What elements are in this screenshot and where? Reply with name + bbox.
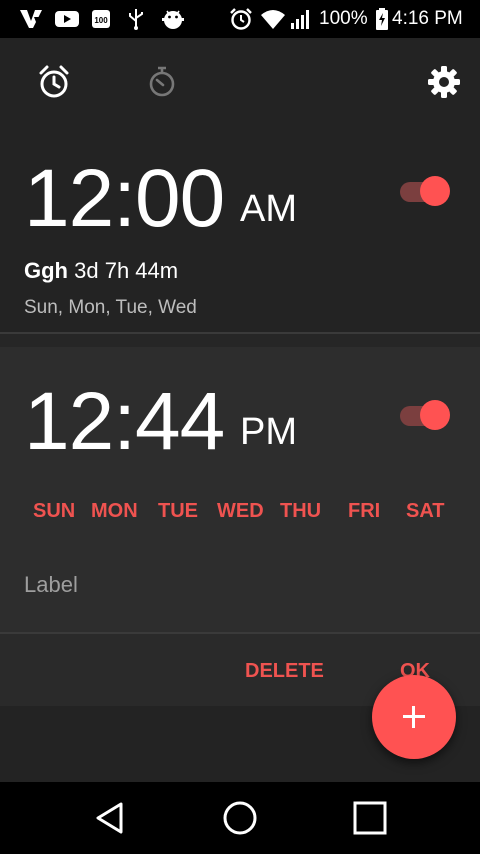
timer-tab-icon[interactable] bbox=[142, 62, 182, 102]
day-tue-button[interactable]: TUE bbox=[158, 500, 198, 523]
alarm-label: Ggh bbox=[24, 258, 68, 283]
back-icon[interactable] bbox=[88, 796, 132, 840]
youtube-icon bbox=[55, 11, 79, 27]
toggle-thumb bbox=[420, 400, 450, 430]
home-icon[interactable] bbox=[218, 796, 262, 840]
alarm-repeat-days: Sun, Mon, Tue, Wed bbox=[24, 297, 197, 318]
day-thu-button[interactable]: THU bbox=[280, 500, 321, 523]
alarm-toggle[interactable] bbox=[400, 397, 452, 433]
alarm-icon bbox=[230, 8, 252, 30]
alarm-label-row: Ggh 3d 7h 44m bbox=[24, 258, 178, 284]
alarm-time[interactable]: 12:00 bbox=[24, 158, 225, 240]
settings-icon[interactable] bbox=[424, 62, 464, 102]
day-sun-button[interactable]: SUN bbox=[33, 500, 75, 523]
day-fri-button[interactable]: FRI bbox=[348, 500, 380, 523]
day-wed-button[interactable]: WED bbox=[217, 500, 264, 523]
alarm-label-field[interactable]: Label bbox=[24, 572, 78, 598]
battery-percent: 100% bbox=[319, 8, 368, 29]
tab-toolbar bbox=[0, 38, 480, 124]
day-sat-button[interactable]: SAT bbox=[406, 500, 445, 523]
plus-icon-vertical bbox=[412, 706, 415, 728]
v-app-icon bbox=[20, 10, 42, 28]
card-gap bbox=[0, 334, 480, 347]
alarm-card-collapsed[interactable]: 12:00 AM Ggh 3d 7h 44m Sun, Mon, Tue, We… bbox=[0, 124, 480, 334]
alarm-tab-icon[interactable] bbox=[34, 62, 74, 102]
repeat-day-selector: SUN MON TUE WED THU FRI SAT bbox=[0, 500, 480, 526]
notification-100-icon: 100 bbox=[92, 10, 110, 28]
toggle-thumb bbox=[420, 176, 450, 206]
wifi-icon bbox=[261, 10, 285, 29]
alarm-ampm: PM bbox=[240, 411, 297, 453]
recents-icon[interactable] bbox=[348, 796, 392, 840]
navigation-bar bbox=[0, 782, 480, 854]
alarm-countdown: 3d 7h 44m bbox=[74, 258, 179, 283]
svg-text:100: 100 bbox=[94, 16, 108, 25]
alarm-ampm: AM bbox=[240, 188, 297, 230]
status-bar: 100 100% 4:16 PM bbox=[0, 0, 480, 38]
signal-icon bbox=[291, 10, 309, 29]
alarm-time[interactable]: 12:44 bbox=[24, 381, 225, 463]
alarm-card-expanded: 12:44 PM Label bbox=[0, 347, 480, 632]
android-debug-icon bbox=[162, 10, 184, 29]
status-clock: 4:16 PM bbox=[392, 8, 463, 29]
usb-icon bbox=[129, 9, 143, 30]
alarm-toggle[interactable] bbox=[400, 173, 452, 209]
battery-charging-icon bbox=[376, 8, 388, 30]
day-mon-button[interactable]: MON bbox=[91, 500, 138, 523]
add-alarm-button[interactable] bbox=[372, 675, 456, 759]
delete-button[interactable]: DELETE bbox=[245, 660, 324, 683]
